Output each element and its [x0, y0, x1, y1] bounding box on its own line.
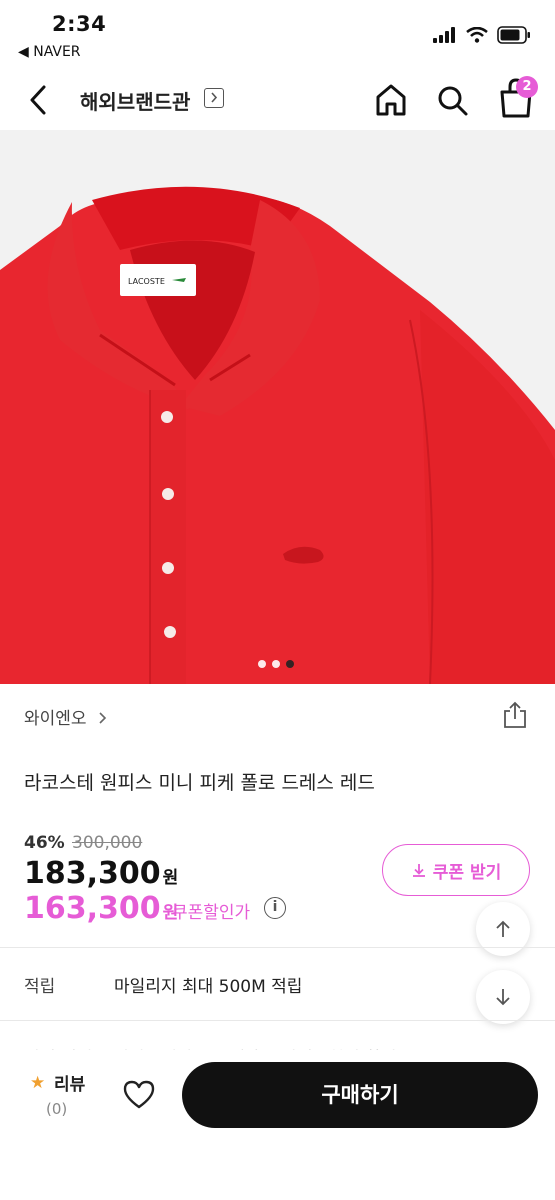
sale-price-unit: 원 [162, 868, 179, 888]
coupon-button-label: 쿠폰 받기 [432, 862, 502, 883]
download-icon [412, 864, 425, 877]
buy-button[interactable]: 구매하기 [182, 1062, 538, 1128]
product-title: 라코스테 원피스 미니 피케 폴로 드레스 레드 [24, 772, 375, 794]
store-row: 와이엔오 [0, 690, 555, 740]
battery-icon [497, 26, 530, 44]
divider [0, 947, 555, 948]
signal-icon [433, 27, 455, 43]
arrow-down-icon [496, 989, 510, 1006]
coupon-price-label: 쿠폰할인가 [172, 903, 251, 923]
svg-text:LACOSTE: LACOSTE [128, 277, 165, 286]
search-icon[interactable] [434, 80, 470, 120]
store-name: 와이엔오 [24, 709, 87, 729]
mileage-value: 마일리지 최대 500M 적립 [114, 977, 303, 997]
wifi-icon [466, 27, 488, 43]
home-icon[interactable] [373, 80, 409, 120]
divider [0, 1020, 555, 1021]
arrow-up-icon [496, 920, 510, 937]
gallery-pagination [258, 660, 294, 668]
review-label[interactable]: 리뷰 [54, 1070, 85, 1095]
sale-price-value: 183,300 [24, 856, 161, 891]
star-icon: ★ [30, 1073, 46, 1093]
product-image-gallery[interactable]: LACOSTE [0, 130, 555, 684]
scroll-down-button[interactable] [476, 970, 530, 1024]
info-icon[interactable]: i [264, 897, 286, 919]
discount-rate: 46% [24, 833, 65, 853]
coupon-price: 163,300 원 [24, 891, 178, 926]
status-bar: 2:34 ◀ NAVER [0, 0, 555, 70]
pagination-dot[interactable] [258, 660, 266, 668]
pagination-dot[interactable] [272, 660, 280, 668]
cart-count-badge: 2 [516, 76, 538, 98]
pagination-dot-active[interactable] [286, 660, 294, 668]
original-price: 300,000 [72, 833, 143, 853]
review-count: (0) [46, 1100, 68, 1118]
top-navigation: 해외브랜드관 [0, 70, 555, 130]
heart-icon[interactable] [122, 1078, 156, 1112]
coupon-download-button[interactable]: 쿠폰 받기 [382, 844, 530, 896]
status-time: 2:34 [52, 12, 107, 36]
sale-price: 183,300 원 [24, 856, 178, 891]
back-to-app-link[interactable]: ◀ NAVER [18, 44, 81, 60]
page-title[interactable]: 해외브랜드관 [80, 86, 190, 115]
store-link[interactable]: 와이엔오 [24, 704, 110, 729]
product-image: LACOSTE [0, 130, 555, 684]
mileage-label: 적립 [24, 977, 56, 997]
back-arrow-icon[interactable] [22, 82, 56, 118]
system-icons [433, 24, 531, 46]
chevron-right-icon[interactable] [204, 88, 224, 108]
share-icon[interactable] [500, 700, 530, 730]
chevron-right-icon [99, 712, 107, 724]
coupon-price-value: 163,300 [24, 891, 161, 926]
